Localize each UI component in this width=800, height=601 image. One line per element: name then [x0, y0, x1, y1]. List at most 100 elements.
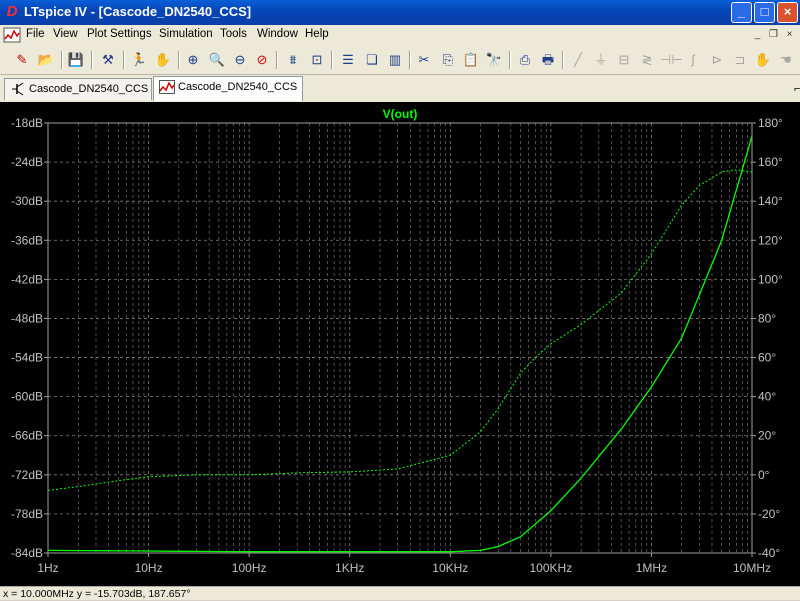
x-tick-label: 10KHz: [432, 561, 468, 575]
separator: [91, 51, 93, 69]
mdi-close-icon[interactable]: ×: [782, 28, 797, 42]
cascade-windows-icon[interactable]: ❏: [362, 50, 382, 70]
y-right-tick-label: 120°: [758, 233, 783, 247]
component-icon[interactable]: ⊐: [730, 50, 750, 70]
capacitor-icon[interactable]: ⊣⊢: [660, 50, 683, 70]
y-left-tick-label: -18dB: [11, 116, 43, 130]
tile-vertical-icon[interactable]: ▥: [385, 50, 405, 70]
schematic-icon: [12, 82, 24, 96]
mdi-restore-icon[interactable]: ❐: [766, 28, 781, 42]
x-tick-label: 1MHz: [636, 561, 667, 575]
tab-schematic[interactable]: Cascode_DN2540_CCS: [4, 78, 152, 100]
maximize-button[interactable]: □: [754, 2, 775, 23]
autorange-icon[interactable]: ⩩: [283, 50, 303, 70]
drag-hand-icon[interactable]: ☚: [776, 50, 796, 70]
cut-icon[interactable]: ✂: [414, 50, 434, 70]
tile-horizontal-icon[interactable]: ☰: [338, 50, 358, 70]
y-right-tick-label: 80°: [758, 311, 776, 325]
label-net-icon[interactable]: ⊟: [614, 50, 634, 70]
tab-label: Cascode_DN2540_CCS: [178, 81, 298, 93]
menu-view[interactable]: View: [53, 28, 78, 40]
open-folder-icon[interactable]: 📂: [36, 50, 56, 70]
ground-icon[interactable]: ⏚: [591, 50, 611, 70]
paste-icon[interactable]: 📋: [461, 50, 481, 70]
status-bar: x = 10.000MHz y = -15.703dB, 187.657°: [0, 586, 800, 600]
series-magnitude-line: [47, 135, 753, 553]
save-icon[interactable]: 💾: [66, 50, 86, 70]
print-preview-icon[interactable]: ⎙: [515, 50, 535, 70]
copy-icon[interactable]: ⎘: [438, 50, 458, 70]
zoom-area-icon[interactable]: 🔍: [207, 50, 227, 70]
x-tick-label: 10Hz: [135, 561, 163, 575]
control-panel-icon[interactable]: ⚒: [98, 50, 118, 70]
title-bar: D LTspice IV - [Cascode_DN2540_CCS] _ □ …: [0, 0, 800, 25]
plot-frame: [47, 122, 753, 554]
zoom-out-icon[interactable]: ⊖: [230, 50, 250, 70]
new-schematic-icon[interactable]: ✎: [12, 50, 32, 70]
x-tick-label: 10MHz: [733, 561, 771, 575]
x-tick-label: 100KHz: [530, 561, 573, 575]
ltspice-logo-icon: D: [6, 3, 18, 20]
series-phase-line: [47, 169, 753, 491]
y-right-tick-label: 160°: [758, 155, 783, 169]
y-right-tick-label: 100°: [758, 272, 783, 286]
y-right-tick-label: 40°: [758, 390, 776, 404]
menu-plot-settings[interactable]: Plot Settings: [87, 28, 152, 40]
waveform-icon: [159, 80, 175, 94]
y-right-tick-label: -20°: [758, 507, 780, 521]
waveform-plot[interactable]: -18dB -24dB -30dB -36dB -42dB -48dB -54dB -60dB…: [0, 102, 800, 586]
window-title: LTspice IV - [Cascode_DN2540_CCS]: [24, 4, 252, 19]
inductor-icon[interactable]: ʃ: [683, 50, 703, 70]
separator: [123, 51, 125, 69]
fit-icon[interactable]: ⊡: [307, 50, 327, 70]
move-hand-icon[interactable]: ✋: [753, 50, 773, 70]
menu-help[interactable]: Help: [305, 28, 329, 40]
y-left-tick-label: -84dB: [11, 546, 43, 560]
separator: [409, 51, 411, 69]
separator: [562, 51, 564, 69]
close-button[interactable]: ×: [777, 2, 798, 23]
x-tick-label: 100Hz: [232, 561, 267, 575]
y-left-tick-label: -42dB: [11, 272, 43, 286]
diode-icon[interactable]: ⊳: [707, 50, 727, 70]
y-left-tick-label: -54dB: [11, 351, 43, 365]
x-tick-label: 1Hz: [37, 561, 58, 575]
tab-label: Cascode_DN2540_CCS: [29, 83, 149, 95]
y-right-tick-label: 20°: [758, 429, 776, 443]
y-left-tick-label: -78dB: [11, 507, 43, 521]
separator: [331, 51, 333, 69]
minimize-button[interactable]: _: [731, 2, 752, 23]
y-right-tick-label: 180°: [758, 116, 783, 130]
y-right-tick-label: 0°: [758, 468, 770, 482]
menu-tools[interactable]: Tools: [220, 28, 247, 40]
pan-hand-icon[interactable]: ✋: [153, 50, 173, 70]
y-left-tick-label: -24dB: [11, 155, 43, 169]
tab-waveform[interactable]: Cascode_DN2540_CCS: [153, 76, 303, 101]
y-left-tick-label: -36dB: [11, 233, 43, 247]
separator: [509, 51, 511, 69]
separator: [61, 51, 63, 69]
waveform-doc-icon[interactable]: [3, 27, 21, 43]
resistor-icon[interactable]: ≷: [637, 50, 657, 70]
cursor-readout: x = 10.000MHz y = -15.703dB, 187.657°: [3, 588, 191, 600]
separator: [178, 51, 180, 69]
separator: [276, 51, 278, 69]
cursor-arrow-icon: ⌐: [794, 83, 800, 95]
mdi-minimize-icon[interactable]: _: [750, 28, 765, 42]
y-left-tick-label: -30dB: [11, 194, 43, 208]
zoom-cancel-icon[interactable]: ⊘: [252, 50, 272, 70]
find-binoculars-icon[interactable]: 🔭: [484, 50, 504, 70]
wire-icon[interactable]: ╱: [568, 50, 588, 70]
trace-title[interactable]: V(out): [383, 107, 418, 121]
y-right-tick-label: -40°: [758, 546, 780, 560]
zoom-in-icon[interactable]: ⊕: [183, 50, 203, 70]
y-left-tick-label: -48dB: [11, 311, 43, 325]
y-left-tick-label: -60dB: [11, 390, 43, 404]
print-icon[interactable]: 🖶: [538, 50, 558, 70]
y-right-tick-label: 60°: [758, 351, 776, 365]
run-icon[interactable]: 🏃: [129, 50, 149, 70]
menu-simulation[interactable]: Simulation: [159, 28, 213, 40]
menu-file[interactable]: File: [26, 28, 45, 40]
document-tabs: Cascode_DN2540_CCS Cascode_DN2540_CCS ⌐: [0, 75, 800, 103]
menu-window[interactable]: Window: [257, 28, 298, 40]
